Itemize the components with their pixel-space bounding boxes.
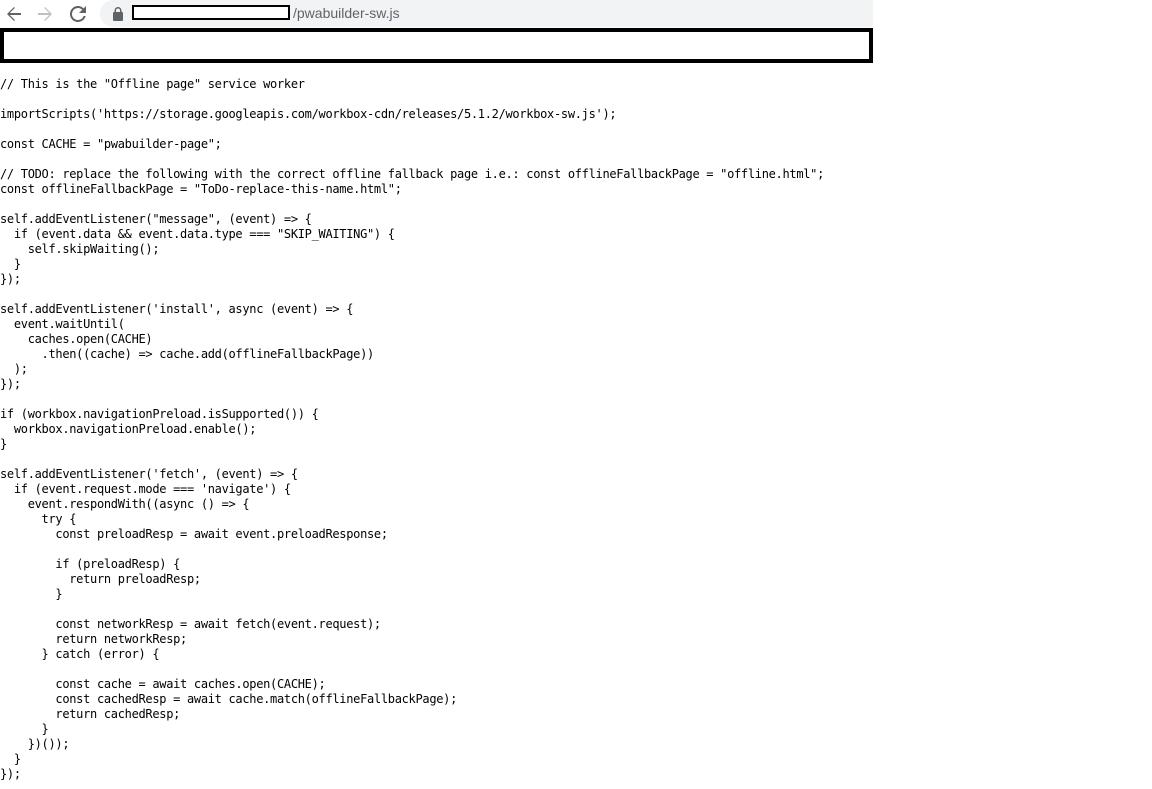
- arrow-left-icon: [7, 7, 21, 21]
- redacted-domain: [132, 5, 290, 20]
- reload-icon: [70, 6, 86, 22]
- reload-button[interactable]: [66, 2, 90, 26]
- lock-icon: [113, 7, 123, 21]
- address-bar[interactable]: /pwabuilder-sw.js: [100, 0, 873, 27]
- arrow-right-icon: [38, 7, 52, 21]
- source-code: // This is the "Offline page" service wo…: [0, 77, 825, 781]
- redacted-bookmarks-bar: [0, 28, 873, 63]
- url-path: /pwabuilder-sw.js: [293, 5, 400, 21]
- source-view: // This is the "Offline page" service wo…: [0, 77, 1152, 782]
- forward-button[interactable]: [33, 2, 57, 26]
- back-button[interactable]: [2, 2, 26, 26]
- browser-toolbar: /pwabuilder-sw.js: [0, 0, 873, 28]
